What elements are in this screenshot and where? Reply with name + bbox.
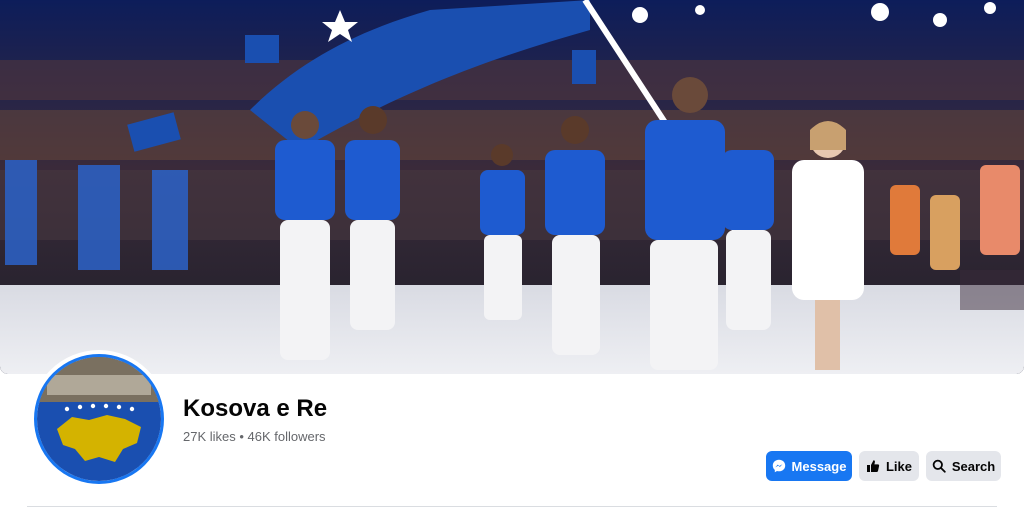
messenger-icon	[772, 459, 786, 473]
like-button[interactable]: Like	[859, 451, 919, 481]
message-button[interactable]: Message	[766, 451, 852, 481]
message-button-label: Message	[791, 458, 847, 474]
thumbs-up-icon	[866, 459, 880, 473]
search-button-label: Search	[951, 458, 996, 474]
search-icon	[932, 459, 946, 473]
profile-picture-image	[34, 354, 164, 484]
cover-photo[interactable]	[0, 0, 1024, 374]
like-button-label: Like	[885, 458, 912, 474]
cover-photo-image	[0, 0, 1024, 374]
profile-picture[interactable]	[30, 350, 168, 488]
search-button[interactable]: Search	[926, 451, 1001, 481]
page-title[interactable]: Kosova e Re	[183, 395, 327, 423]
header-divider	[27, 506, 997, 507]
page-stats[interactable]: 27K likes • 46K followers	[183, 429, 326, 444]
